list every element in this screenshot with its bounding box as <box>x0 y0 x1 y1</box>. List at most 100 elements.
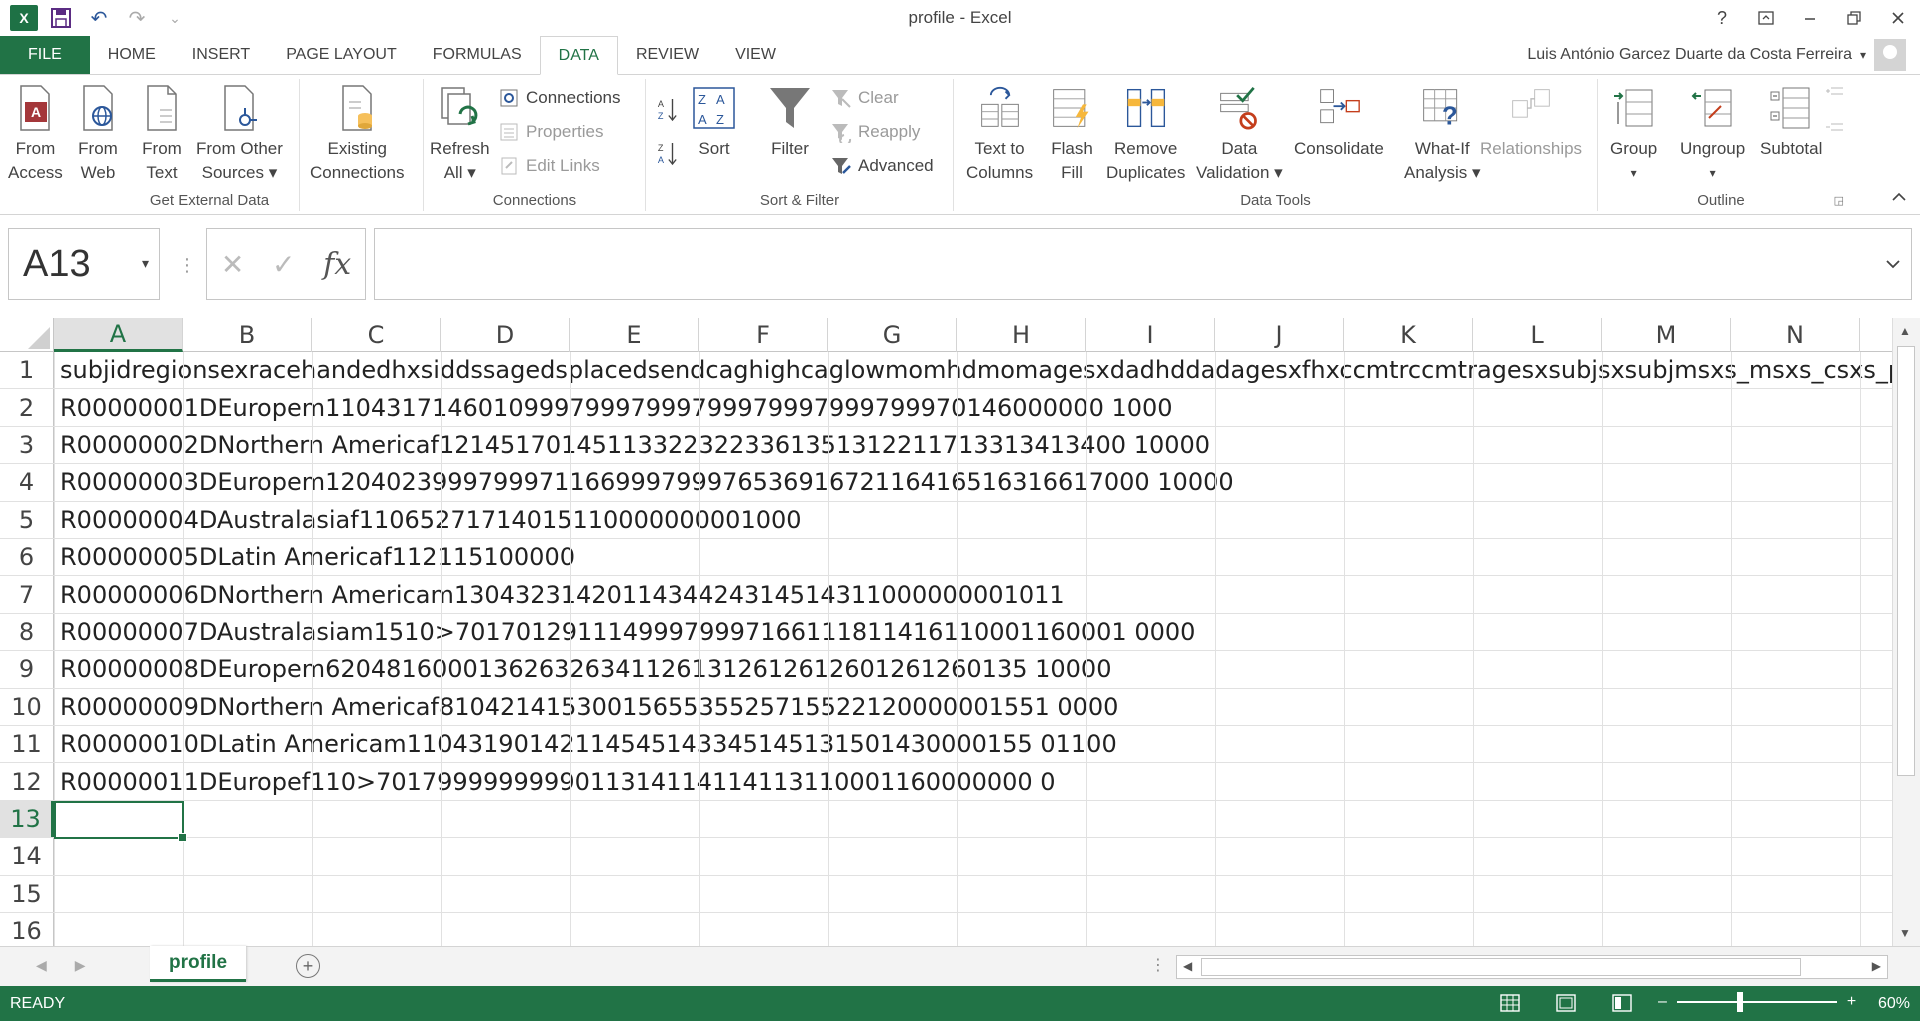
row-header[interactable]: 8 <box>0 613 54 651</box>
row-header[interactable]: 6 <box>0 539 54 576</box>
consolidate-button[interactable]: Consolidate <box>1294 83 1384 161</box>
sort-za-button[interactable]: ZA <box>656 143 678 166</box>
cell-a[interactable]: R00000008DEuropem62048160001362632634112… <box>60 651 1112 688</box>
remove-duplicates-button[interactable]: Remove Duplicates <box>1106 83 1185 185</box>
from-web-button[interactable]: From Web <box>76 83 120 185</box>
normal-view-icon[interactable] <box>1496 991 1524 1015</box>
column-header[interactable]: D <box>441 318 570 352</box>
user-account[interactable]: Luis António Garcez Duarte da Costa Ferr… <box>1527 36 1906 74</box>
relationships-button[interactable]: Relationships <box>1480 83 1582 161</box>
show-detail-icon[interactable] <box>1824 83 1846 105</box>
tab-insert[interactable]: INSERT <box>174 36 268 74</box>
tab-view[interactable]: VIEW <box>717 36 794 74</box>
row-header[interactable]: 2 <box>0 389 54 426</box>
text-to-columns-button[interactable]: Text to Columns <box>966 83 1033 185</box>
connections-button[interactable]: Connections <box>498 87 621 109</box>
cell-a[interactable]: R00000006DNorthern Americam1304323142011… <box>60 576 1065 613</box>
data-validation-button[interactable]: Data Validation ▾ <box>1196 83 1283 185</box>
cell-a[interactable]: R00000010DLatin Americam1104319014211454… <box>60 726 1117 763</box>
enter-icon[interactable]: ✓ <box>272 248 295 281</box>
column-header[interactable]: G <box>828 318 957 352</box>
subtotal-button[interactable]: Subtotal <box>1760 83 1822 161</box>
filter-button[interactable]: Filter <box>768 83 812 161</box>
cell-a[interactable]: R00000002DNorthern Americaf1214517014511… <box>60 426 1211 464</box>
minimize-icon[interactable] <box>1788 0 1832 36</box>
from-other-sources-button[interactable]: From Other Sources ▾ <box>196 83 283 185</box>
cell-a[interactable]: R00000001DEuropem11043171460109997999799… <box>60 389 1173 426</box>
column-header[interactable]: M <box>1602 318 1731 352</box>
worksheet-grid[interactable]: ABCDEFGHIJKLMN 1 subjidregionsexracehande… <box>0 318 1896 946</box>
existing-connections-button[interactable]: Existing Connections <box>310 83 405 185</box>
vertical-scrollbar[interactable]: ▲ ▼ <box>1892 318 1920 946</box>
column-header[interactable]: A <box>54 318 183 352</box>
clear-button[interactable]: Clear <box>830 87 899 109</box>
row-header[interactable]: 15 <box>0 875 54 912</box>
add-sheet-icon[interactable]: + <box>296 954 320 978</box>
cell-a[interactable]: R00000009DNorthern Americaf8104214153001… <box>60 688 1119 725</box>
what-if-analysis-button[interactable]: ? What-If Analysis ▾ <box>1404 83 1481 185</box>
zoom-slider[interactable] <box>1676 992 1837 1012</box>
column-header[interactable]: F <box>699 318 828 352</box>
tab-page-layout[interactable]: PAGE LAYOUT <box>268 36 415 74</box>
column-header[interactable]: J <box>1215 318 1344 352</box>
help-icon[interactable]: ? <box>1700 0 1744 36</box>
select-all-button[interactable] <box>0 318 54 352</box>
edit-links-button[interactable]: Edit Links <box>498 155 600 177</box>
sort-button[interactable]: ZAAZ Sort <box>692 83 736 161</box>
row-header[interactable]: 13 <box>0 800 54 838</box>
scroll-up-icon[interactable]: ▲ <box>1899 324 1911 338</box>
resize-handle-icon[interactable]: ⋮ <box>178 255 196 276</box>
group-button[interactable]: Group ▾ <box>1610 83 1657 185</box>
tab-review[interactable]: REVIEW <box>618 36 717 74</box>
undo-icon[interactable]: ↶ <box>84 4 114 32</box>
horizontal-scroll-thumb[interactable] <box>1201 958 1801 976</box>
name-box[interactable]: A13 ▾ <box>8 228 160 300</box>
page-break-preview-icon[interactable] <box>1608 991 1636 1015</box>
tab-data[interactable]: DATA <box>539 36 618 75</box>
active-cell[interactable] <box>54 800 187 843</box>
tab-split-handle-icon[interactable]: ⋮ <box>1150 955 1166 975</box>
column-header[interactable]: C <box>312 318 441 352</box>
cell-a[interactable]: R00000003DEuropem12040239997999711669997… <box>60 464 1234 501</box>
chevron-down-icon[interactable]: ▾ <box>142 255 149 272</box>
row-header[interactable]: 3 <box>0 426 54 464</box>
cancel-icon[interactable]: ✕ <box>221 248 244 281</box>
horizontal-scrollbar[interactable]: ◀ ▶ <box>1176 955 1888 979</box>
customize-quick-access-icon[interactable]: ⌄ <box>160 4 190 32</box>
dialog-launcher-icon[interactable]: ◲ <box>1834 194 1844 207</box>
advanced-button[interactable]: Advanced <box>830 155 934 177</box>
cell-a[interactable]: R00000004DAustralasiaf110652717140151100… <box>60 501 802 538</box>
hide-detail-icon[interactable] <box>1824 119 1846 141</box>
ungroup-button[interactable]: Ungroup ▾ <box>1680 83 1745 185</box>
formula-input[interactable] <box>374 228 1912 300</box>
row-header[interactable]: 7 <box>0 576 54 613</box>
column-header[interactable]: K <box>1344 318 1473 352</box>
row-header[interactable]: 5 <box>0 501 54 538</box>
column-header[interactable]: N <box>1731 318 1860 352</box>
refresh-all-button[interactable]: Refresh All ▾ <box>430 83 490 185</box>
close-icon[interactable] <box>1876 0 1920 36</box>
tab-home[interactable]: HOME <box>90 36 174 74</box>
cell-a[interactable]: R00000007DAustralasiam1510>7017012911149… <box>60 613 1196 651</box>
page-layout-view-icon[interactable] <box>1552 991 1580 1015</box>
insert-function-icon[interactable]: fx <box>323 247 351 282</box>
row-header[interactable]: 10 <box>0 688 54 725</box>
column-header[interactable]: H <box>957 318 1086 352</box>
cell-a[interactable]: R00000011DEuropef110>7017999999999011314… <box>60 763 1056 800</box>
column-header[interactable]: I <box>1086 318 1215 352</box>
zoom-slider-thumb[interactable] <box>1736 992 1743 1012</box>
from-access-button[interactable]: A From Access <box>8 83 63 185</box>
sort-az-button[interactable]: AZ <box>656 99 678 122</box>
flash-fill-button[interactable]: Flash Fill <box>1050 83 1094 185</box>
scroll-left-icon[interactable]: ◀ <box>1183 959 1192 973</box>
zoom-level[interactable]: 60% <box>1878 995 1910 1013</box>
vertical-scroll-thumb[interactable] <box>1897 346 1915 776</box>
cell-a[interactable]: R00000005DLatin Americaf112115100000 <box>60 539 575 576</box>
row-header[interactable]: 4 <box>0 464 54 501</box>
row-header[interactable]: 14 <box>0 838 54 875</box>
row-header[interactable]: 12 <box>0 763 54 800</box>
redo-icon[interactable]: ↷ <box>122 4 152 32</box>
row-header[interactable]: 9 <box>0 651 54 688</box>
collapse-ribbon-icon[interactable] <box>1892 189 1906 207</box>
cell-a[interactable]: subjidregionsexracehandedhxsiddssagedspl… <box>60 352 1896 389</box>
